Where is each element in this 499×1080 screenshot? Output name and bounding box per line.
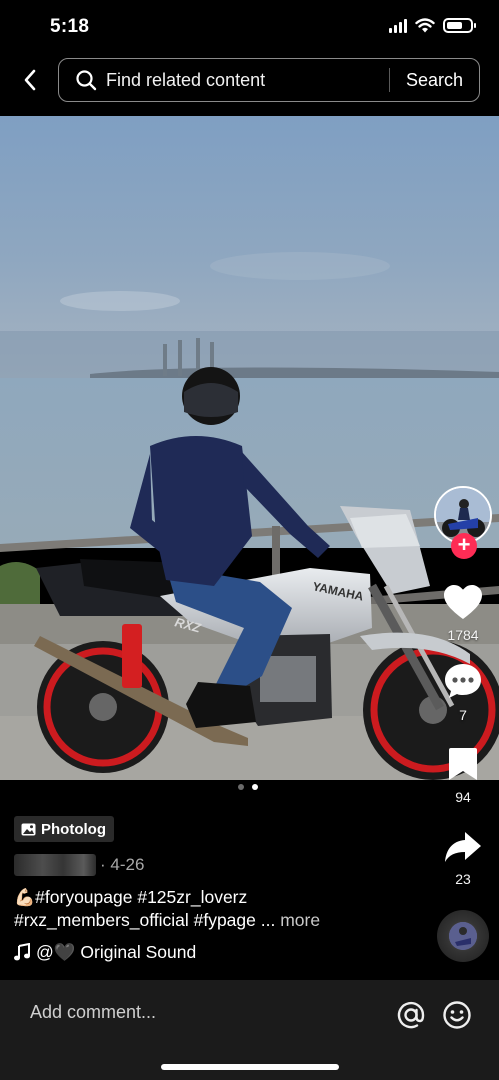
save-button[interactable]: 94 xyxy=(433,746,493,805)
photo-carousel-dots xyxy=(238,784,258,790)
bookmark-icon xyxy=(449,748,477,780)
carousel-dot[interactable] xyxy=(238,784,244,790)
search-row: Find related content Search xyxy=(0,58,499,102)
author-name-redacted[interactable] xyxy=(14,854,96,876)
back-icon xyxy=(24,69,36,91)
at-icon xyxy=(397,1001,425,1029)
comment-count: 7 xyxy=(459,707,467,723)
heart-icon xyxy=(444,585,482,619)
photolog-icon xyxy=(21,823,36,835)
mention-button[interactable] xyxy=(396,1000,426,1030)
post-date: · 4-26 xyxy=(100,855,145,874)
author-row[interactable]: · 4-26 xyxy=(14,852,144,878)
wifi-icon xyxy=(415,18,435,33)
post-photo[interactable]: YAMAHA RXZ xyxy=(0,116,499,780)
search-input[interactable]: Find related content xyxy=(106,70,389,91)
music-note-icon xyxy=(14,943,30,961)
like-button[interactable]: 1784 xyxy=(433,584,493,643)
save-count: 94 xyxy=(455,789,471,805)
back-button[interactable] xyxy=(10,60,50,100)
emoji-button[interactable] xyxy=(442,1000,472,1030)
battery-icon xyxy=(443,18,476,33)
comment-bar: Add comment... xyxy=(0,980,499,1080)
sound-disc[interactable] xyxy=(437,910,489,962)
search-icon xyxy=(76,70,97,91)
status-time: 5:18 xyxy=(50,16,90,37)
post-caption[interactable]: 💪🏻#foryoupage #125zr_loverz #rxz_members… xyxy=(14,886,394,932)
search-box[interactable]: Find related content Search xyxy=(58,58,480,102)
sound-disc-avatar xyxy=(449,922,477,950)
photolog-label: Photolog xyxy=(41,820,106,838)
carousel-dot-active[interactable] xyxy=(252,784,258,790)
sound-row[interactable]: @🖤 Original Sound xyxy=(14,940,196,964)
like-count: 1784 xyxy=(447,627,479,643)
share-button[interactable]: 23 xyxy=(433,830,493,887)
search-button[interactable]: Search xyxy=(390,70,479,91)
home-indicator[interactable] xyxy=(161,1064,339,1070)
comment-input[interactable]: Add comment... xyxy=(30,1002,156,1023)
caption-more-link[interactable]: more xyxy=(280,910,320,930)
photo-scene: YAMAHA RXZ xyxy=(0,116,499,780)
status-bar: 5:18 xyxy=(0,0,499,56)
comment-button[interactable]: 7 xyxy=(433,662,493,723)
comment-icon xyxy=(445,664,481,698)
cellular-signal-icon xyxy=(389,18,407,33)
caption-line-2: #rxz_members_official #fypage ... more xyxy=(14,910,321,930)
follow-button[interactable]: + xyxy=(451,533,477,559)
photolog-tag: Photolog xyxy=(14,816,114,842)
share-count: 23 xyxy=(455,871,471,887)
author-avatar-wrap[interactable]: + xyxy=(434,486,494,560)
caption-line-1: 💪🏻#foryoupage #125zr_loverz xyxy=(14,887,248,907)
share-icon xyxy=(445,832,481,862)
status-icons xyxy=(389,18,476,33)
sound-name: @🖤 Original Sound xyxy=(36,941,197,962)
emoji-icon xyxy=(443,1001,471,1029)
flexed-biceps-icon: 💪🏻 xyxy=(14,888,36,907)
